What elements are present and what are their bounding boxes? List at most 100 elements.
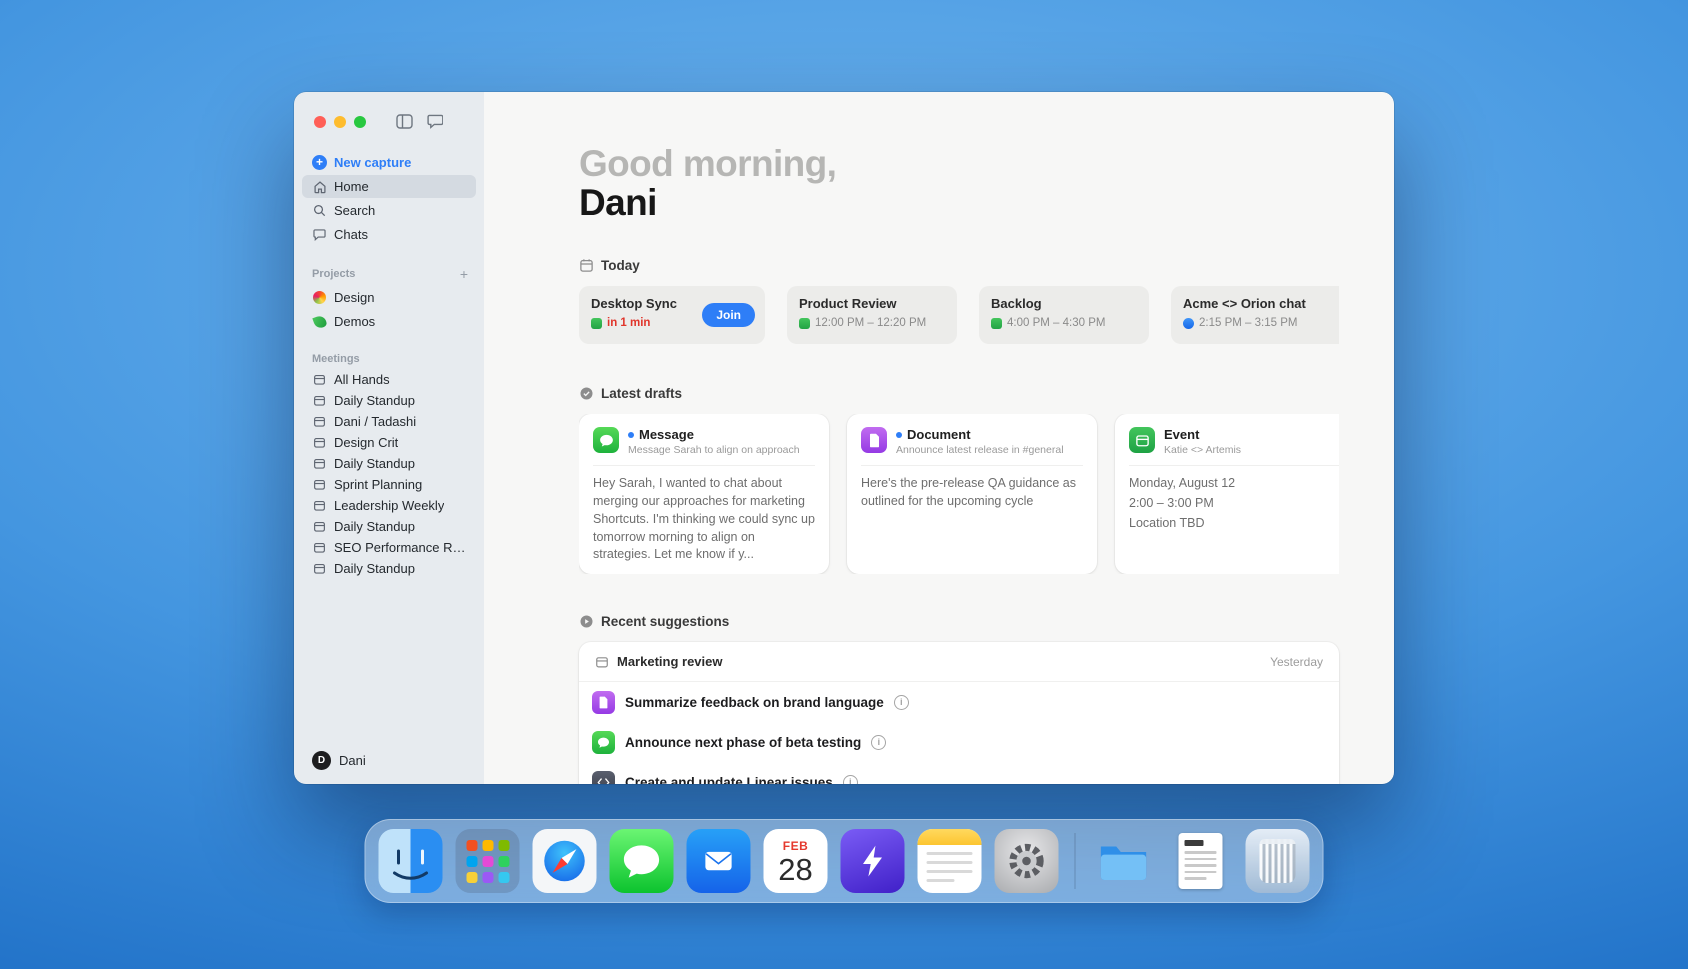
plus-icon: + <box>312 155 327 170</box>
today-label: Today <box>601 258 640 274</box>
suggestion-item[interactable]: Create and update Linear issues <box>579 762 1339 784</box>
new-capture-label: New capture <box>334 155 412 170</box>
event-card[interactable]: Acme <> Orion chat 2:15 PM – 3:15 PM <box>1171 286 1339 345</box>
sidebar-meeting-item[interactable]: SEO Performance Rev... <box>302 537 476 558</box>
safari-icon[interactable] <box>532 829 597 893</box>
calendar-icon[interactable]: FEB 28 <box>763 829 828 893</box>
meeting-label: Daily Standup <box>334 519 415 534</box>
greeting-line: Good morning, <box>579 143 837 184</box>
join-button[interactable]: Join <box>702 303 755 328</box>
sidebar-meeting-item[interactable]: All Hands <box>302 369 476 390</box>
projects-header-label: Projects <box>312 268 356 280</box>
calendar-icon <box>312 561 327 576</box>
draft-title: Message <box>628 427 800 442</box>
suggestions-label: Recent suggestions <box>601 614 730 630</box>
calendar-dot-icon <box>799 317 810 329</box>
new-capture-button[interactable]: + New capture <box>302 151 476 174</box>
drafts-label: Latest drafts <box>601 386 683 402</box>
dock: FEB 28 <box>364 819 1324 903</box>
calendar-icon <box>312 519 327 534</box>
meet-dot-icon <box>1183 317 1194 329</box>
info-icon[interactable] <box>871 734 887 750</box>
meeting-label: Daily Standup <box>334 561 415 576</box>
calendar-icon <box>579 258 594 273</box>
today-section-header: Today <box>579 258 1339 273</box>
project-label: Demos <box>334 314 376 329</box>
event-card[interactable]: Product Review 12:00 PM – 12:20 PM <box>787 286 957 345</box>
chat-bubble-icon <box>312 227 327 242</box>
user-account[interactable]: D Dani <box>312 751 366 770</box>
draft-title: Event <box>1164 427 1200 443</box>
chat-toolbar-icon[interactable] <box>427 114 443 129</box>
sidebar-item-search[interactable]: Search <box>302 199 476 222</box>
close-window-button[interactable] <box>314 115 326 128</box>
add-project-button[interactable]: + <box>460 266 468 282</box>
suggestion-label: Summarize feedback on brand language <box>625 694 884 710</box>
suggestions-group-header[interactable]: Marketing review Yesterday <box>579 642 1339 683</box>
app-grid <box>466 839 509 883</box>
sidebar-meeting-item[interactable]: Daily Standup <box>302 453 476 474</box>
sidebar-meeting-item[interactable]: Design Crit <box>302 432 476 453</box>
calendar-icon <box>595 655 609 669</box>
leaf-icon <box>311 313 328 330</box>
calendar-icon <box>312 372 327 387</box>
mail-icon[interactable] <box>686 829 751 893</box>
draft-card-document[interactable]: Document Announce latest release in #gen… <box>847 414 1097 575</box>
suggestion-item[interactable]: Summarize feedback on brand language <box>579 682 1339 722</box>
calendar-icon <box>312 414 327 429</box>
finder-icon[interactable] <box>378 829 443 893</box>
home-icon <box>312 179 327 194</box>
event-icon <box>1129 427 1155 454</box>
messages-icon[interactable] <box>609 829 674 893</box>
sidebar-meeting-item[interactable]: Daily Standup <box>302 558 476 579</box>
sidebar-item-home[interactable]: Home <box>302 175 476 198</box>
info-icon[interactable] <box>842 774 858 784</box>
calendar-day: 28 <box>778 852 813 887</box>
meetings-section-header: Meetings <box>312 353 468 365</box>
info-icon[interactable] <box>893 694 909 710</box>
document-icon <box>861 427 887 454</box>
avatar: D <box>312 751 331 770</box>
event-card[interactable]: Backlog 4:00 PM – 4:30 PM <box>979 286 1149 345</box>
drafts-row: Message Message Sarah to align on approa… <box>579 414 1339 575</box>
draft-body: Hey Sarah, I wanted to chat about mergin… <box>593 476 815 562</box>
sidebar-meeting-item[interactable]: Daily Standup <box>302 390 476 411</box>
active-app-icon[interactable] <box>840 829 905 893</box>
event-card[interactable]: Desktop Sync in 1 min Join <box>579 286 765 345</box>
sidebar-meeting-item[interactable]: Sprint Planning <box>302 474 476 495</box>
trash-icon[interactable] <box>1245 829 1310 893</box>
sidebar-item-label: Home <box>334 179 369 194</box>
projects-section-header: Projects + <box>312 266 468 282</box>
calendar-month: FEB <box>782 839 809 853</box>
notes-header <box>917 829 982 845</box>
drafts-section-header: Latest drafts <box>579 386 1339 401</box>
minimize-window-button[interactable] <box>334 115 346 128</box>
unread-dot <box>628 431 634 438</box>
sidebar-project-demos[interactable]: Demos <box>302 310 476 333</box>
meeting-label: SEO Performance Rev... <box>334 540 466 555</box>
launchpad-icon[interactable] <box>455 829 520 893</box>
documents-icon[interactable] <box>1169 829 1233 893</box>
sidebar-meeting-item[interactable]: Dani / Tadashi <box>302 411 476 432</box>
draft-card-event[interactable]: Event Katie <> Artemis Monday, August 12… <box>1115 414 1339 575</box>
sidebar-item-chats[interactable]: Chats <box>302 223 476 246</box>
document-icon <box>592 690 615 714</box>
suggestion-item[interactable]: Announce next phase of beta testing <box>579 722 1339 762</box>
calendar-icon <box>312 456 327 471</box>
draft-body: Here's the pre-release QA guidance as ou… <box>861 476 1077 509</box>
sidebar-meeting-item[interactable]: Daily Standup <box>302 516 476 537</box>
sidebar-meeting-item[interactable]: Leadership Weekly <box>302 495 476 516</box>
calendar-icon <box>312 477 327 492</box>
settings-icon[interactable] <box>994 829 1059 893</box>
zoom-window-button[interactable] <box>354 115 366 128</box>
draft-card-message[interactable]: Message Message Sarah to align on approa… <box>579 414 829 575</box>
sidebar-toggle-icon[interactable] <box>396 114 413 129</box>
event-time: 12:00 PM – 12:20 PM <box>799 317 945 329</box>
palette-icon <box>312 290 327 305</box>
draft-title: Document <box>896 427 1064 442</box>
unread-dot <box>896 431 902 438</box>
notes-icon[interactable] <box>917 829 982 893</box>
event-title: Backlog <box>991 296 1042 312</box>
sidebar-project-design[interactable]: Design <box>302 286 476 309</box>
folder-icon[interactable] <box>1092 829 1156 893</box>
